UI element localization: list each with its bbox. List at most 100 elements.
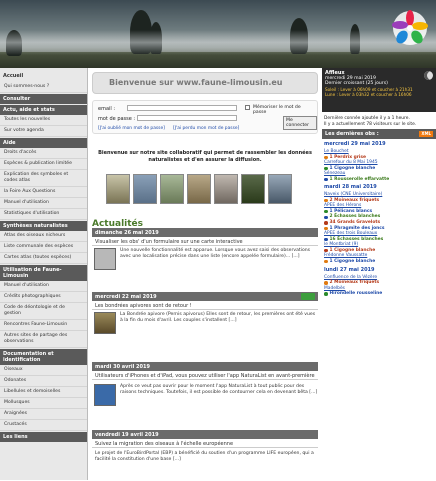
welcome-text: Bienvenue sur www.faune-limousin.eu xyxy=(109,78,283,87)
nav-item[interactable]: Crustacés xyxy=(0,420,87,431)
xml-feed-button[interactable]: XML xyxy=(419,131,433,137)
obs-day-header: lundi 27 mai 2019 xyxy=(324,266,375,273)
nav-item[interactable]: Autres sites de partage des observations xyxy=(0,331,87,348)
observation-list: mercredi 29 mai 2019 Le Bouchet 1 Perdrix … xyxy=(322,139,436,297)
nav-item[interactable]: Statistiques d'utilisation xyxy=(0,209,87,220)
nav-section-header[interactable]: Documentation et identification xyxy=(0,349,87,365)
article-date: vendredi 19 avril 2019 xyxy=(92,430,318,439)
species-link[interactable]: 1 Rousserolle effarvatte xyxy=(330,177,390,183)
remember-label: Mémoriser le mot de passe xyxy=(253,105,301,115)
location-infobox: Affleux mercredi 29 mai 2019 Dernier cro… xyxy=(322,68,436,112)
observer-icon xyxy=(324,226,328,231)
article-title-link[interactable]: Visualiser les obs' d'un formulaire sur … xyxy=(92,237,318,246)
nav-item[interactable]: Liste communale des espèces xyxy=(0,242,87,253)
photo-thumbnail[interactable] xyxy=(241,174,265,204)
photo-thumbnail[interactable] xyxy=(106,174,130,204)
online-status: Dernière connée ajoutée il y a 1 heure. … xyxy=(322,114,436,129)
species-link[interactable]: 2 Moineaux friquets xyxy=(330,280,380,286)
photo-thumbnail[interactable] xyxy=(214,174,238,204)
info-moon-phase: Dernier croissant (25 jours) xyxy=(325,81,388,86)
login-box: email : mot de passe : Mémoriser le mot … xyxy=(92,100,318,134)
article-body: La Bondrée apivore (Pernis apivorus) Ell… xyxy=(92,312,318,342)
nav-section-header[interactable]: Aide xyxy=(0,138,87,148)
nav-item[interactable]: Rencontres Faune-Limousin xyxy=(0,320,87,331)
nav-section-header[interactable]: Actu, aide et stats xyxy=(0,105,87,115)
article-body: Une nouvelle fonctionnalité est apparue.… xyxy=(92,248,318,278)
article-title-link[interactable]: Les bondrées apivores sont de retour ! xyxy=(92,301,318,310)
right-sidebar: Affleux mercredi 29 mai 2019 Dernier cro… xyxy=(322,68,436,480)
observer-icon xyxy=(324,155,328,160)
forgot-password-link[interactable]: [J'ai oublié mon mot de passe] xyxy=(98,126,165,131)
nav-item[interactable]: Crédits photographiques xyxy=(0,292,87,303)
nav-item[interactable]: Explication des symboles et codes atlas xyxy=(0,170,87,187)
nav-item[interactable]: Odonates xyxy=(0,376,87,387)
welcome-header: Bienvenue sur www.faune-limousin.eu xyxy=(92,72,318,94)
observer-icon xyxy=(324,281,328,285)
photo-thumbnail[interactable] xyxy=(160,174,184,204)
last-obs-header: Les dernières obs : XML xyxy=(322,129,436,139)
observer-icon xyxy=(324,177,328,182)
password-label: mot de passe : xyxy=(98,116,136,122)
moon-icon xyxy=(424,71,433,80)
observer-icon xyxy=(324,259,328,264)
nav-item[interactable]: Sur votre agenda xyxy=(0,126,87,137)
article-title-link[interactable]: Suivez la migration des oiseaux à l'éche… xyxy=(92,439,318,448)
password-field[interactable] xyxy=(137,115,237,121)
article-date: mercredi 22 mai 2019 xyxy=(92,292,318,301)
obs-row: Hirondelle rousseline xyxy=(322,291,436,297)
nav-item[interactable]: Araignées xyxy=(0,409,87,420)
site-banner xyxy=(0,0,436,68)
connect-button[interactable]: Me connecter xyxy=(283,116,317,130)
species-link[interactable]: 1 Cigogne blanche xyxy=(330,259,376,265)
observer-icon xyxy=(324,198,328,203)
observer-icon xyxy=(324,209,328,214)
nav-item[interactable]: Cartes atlas (toutes espèces) xyxy=(0,253,87,264)
observer-icon xyxy=(324,237,328,242)
intro-text: Bienvenue sur notre site collaboratif qu… xyxy=(98,150,312,163)
nav-item[interactable]: Atlas des oiseaux nicheurs xyxy=(0,231,87,242)
article-image xyxy=(94,248,116,270)
photo-strip xyxy=(106,174,292,204)
article-body: Après ce veut pas ouvrir pour le moment … xyxy=(92,384,318,414)
nav-qui[interactable]: Qui sommes-nous ? xyxy=(0,82,87,93)
observer-icon xyxy=(324,166,328,171)
article-text: Le projet de l'EuroBirdPortal (EBP) a bé… xyxy=(95,451,314,462)
nav-item[interactable]: la Foire Aux Questions xyxy=(0,187,87,198)
nav-section-header[interactable]: Synthèses naturalistes xyxy=(0,221,87,231)
obs-day-header: mercredi 29 mai 2019 xyxy=(324,141,386,147)
article-date-text: mercredi 22 mai 2019 xyxy=(95,294,157,300)
nav-item[interactable]: Code de déontologie et de gestion xyxy=(0,303,87,320)
observer-icon xyxy=(324,221,328,225)
category-tag-icon xyxy=(301,293,315,300)
nav-item[interactable]: Manuel d'utilisation xyxy=(0,198,87,209)
photo-thumbnail[interactable] xyxy=(133,174,157,204)
nav-section-header[interactable]: Consulter xyxy=(0,94,87,104)
nav-item[interactable]: Droits d'accès xyxy=(0,148,87,159)
remember-checkbox[interactable] xyxy=(245,105,250,110)
article-date: mardi 30 avril 2019 xyxy=(92,362,318,371)
nav-sections: Consulter Actu, aide et stats Toutes les n… xyxy=(0,94,87,442)
article-image xyxy=(94,312,116,334)
photo-thumbnail[interactable] xyxy=(187,174,211,204)
email-label: email : xyxy=(98,106,116,112)
nav-item[interactable]: Mollusques xyxy=(0,398,87,409)
banner-fog xyxy=(0,30,436,55)
article-image xyxy=(94,384,116,406)
species-link[interactable]: Hirondelle rousseline xyxy=(330,291,383,297)
nav-section-header[interactable]: Les liens xyxy=(0,432,87,442)
nav-item[interactable]: Manuel d'utilisation xyxy=(0,281,87,292)
nav-section-header[interactable]: Utilisation de Faune-Limousin xyxy=(0,265,87,281)
faune-limousin-logo-icon[interactable] xyxy=(390,8,430,56)
nav-accueil[interactable]: Accueil xyxy=(0,70,87,82)
email-field[interactable] xyxy=(127,105,237,111)
nav-item[interactable]: Oiseaux xyxy=(0,365,87,376)
nav-item[interactable]: Libellules et demoiselles xyxy=(0,387,87,398)
article-text: Une nouvelle fonctionnalité est apparue.… xyxy=(120,248,311,259)
lost-password-link[interactable]: [J'ai perdu mon mot de passe] xyxy=(173,126,239,131)
nav-item[interactable]: Toutes les nouvelles xyxy=(0,115,87,126)
observer-icon xyxy=(324,248,328,253)
info-moon-times: Lune : Lever à 03h32 et coucher à 16h06 xyxy=(325,92,412,97)
nav-item[interactable]: Espèces & publication limitée xyxy=(0,159,87,170)
article-title-link[interactable]: Utilisateurs d'iPhones et d'iPad, vous p… xyxy=(92,371,318,380)
photo-thumbnail[interactable] xyxy=(268,174,292,204)
